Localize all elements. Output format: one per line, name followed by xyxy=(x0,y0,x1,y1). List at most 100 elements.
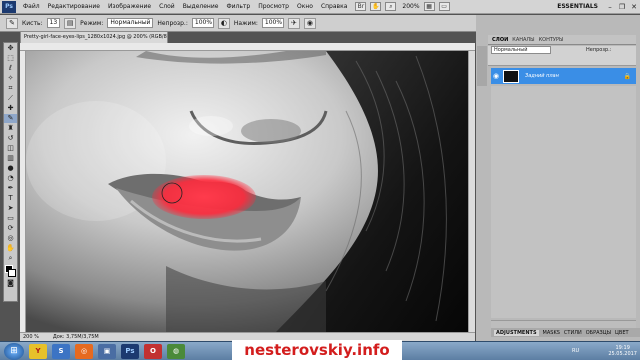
system-tray: RU 19:19 25.05.2017 xyxy=(568,341,640,360)
airbrush-icon[interactable]: ✈ xyxy=(287,17,300,29)
bridge-icon[interactable]: Br xyxy=(355,2,367,11)
tab-swatches[interactable]: ОБРАЗЦЫ xyxy=(586,330,611,336)
eraser-tool-icon[interactable]: ◫ xyxy=(4,144,17,153)
language-indicator[interactable]: RU xyxy=(572,348,579,354)
path-select-icon[interactable]: ➤ xyxy=(4,204,17,213)
workspace-switcher[interactable]: ESSENTIALS xyxy=(557,3,604,10)
skype-icon[interactable]: S xyxy=(52,343,70,359)
tab-channels[interactable]: КАНАЛЫ xyxy=(512,37,534,43)
pressure-label: Нажим: xyxy=(233,19,258,27)
hand-icon[interactable]: ✋ xyxy=(370,2,382,11)
eye-icon[interactable]: ◉ xyxy=(491,72,501,80)
mode-select[interactable]: Нормальный xyxy=(107,18,154,28)
collapsed-panel-icons[interactable] xyxy=(477,46,487,86)
start-icon[interactable]: ⊞ xyxy=(4,342,24,360)
hand-tool-icon[interactable]: ✋ xyxy=(4,244,17,253)
firefox-icon[interactable]: ◎ xyxy=(75,343,93,359)
mode-label: Режим: xyxy=(80,19,104,27)
menu-select[interactable]: Выделение xyxy=(179,3,223,10)
menu-help[interactable]: Справка xyxy=(317,3,351,10)
zoom-level-select[interactable]: 200% xyxy=(402,3,419,10)
menu-layer[interactable]: Слой xyxy=(155,3,179,10)
layer-thumbnail xyxy=(503,69,519,83)
zoom-tool-icon[interactable]: ⌕ xyxy=(385,2,397,11)
brush-label: Кисть: xyxy=(22,19,43,27)
menu-filter[interactable]: Фильтр xyxy=(222,3,254,10)
photoshop-logo: Ps xyxy=(2,0,16,13)
quick-mask-icon[interactable]: ◙ xyxy=(4,279,17,288)
stamp-tool-icon[interactable]: ♜ xyxy=(4,124,17,133)
marquee-tool-icon[interactable]: ⬚ xyxy=(4,54,17,63)
screen-mode-icon[interactable]: ▭ xyxy=(438,2,450,11)
blend-mode-select[interactable]: Нормальный xyxy=(491,46,551,54)
healing-tool-icon[interactable]: ✚ xyxy=(4,104,17,113)
pen-tool-icon[interactable]: ✒ xyxy=(4,184,17,193)
brush-tool-icon[interactable]: ✎ xyxy=(4,114,17,123)
layers-panel-footer xyxy=(491,320,636,328)
minimize-icon[interactable]: – xyxy=(604,2,616,12)
clock-date: 25.05.2017 xyxy=(608,350,637,357)
brush-size-picker[interactable]: 13 xyxy=(46,18,61,28)
status-zoom[interactable]: 200 % xyxy=(23,334,39,340)
menu-bar: Ps Файл Редактирование Изображение Слой … xyxy=(0,0,640,14)
3d-orbit-icon[interactable]: ◎ xyxy=(4,234,17,243)
shape-tool-icon[interactable]: ▭ xyxy=(4,214,17,223)
app-icon[interactable]: ▣ xyxy=(98,343,116,359)
layer-name[interactable]: Задний план xyxy=(525,73,559,79)
arrange-icon[interactable]: ▦ xyxy=(423,2,435,11)
vertical-scrollbar[interactable] xyxy=(468,51,475,332)
photoshop-taskbar-icon[interactable]: Ps xyxy=(121,343,139,359)
pressure-field[interactable]: 100% xyxy=(261,18,284,28)
app2-icon[interactable]: ◍ xyxy=(167,343,185,359)
brush-panel-icon[interactable]: ▤ xyxy=(64,17,77,29)
opacity-field[interactable]: 100% xyxy=(191,18,214,28)
opera-icon[interactable]: O xyxy=(144,343,162,359)
document-canvas[interactable] xyxy=(26,51,468,332)
layer-opacity-label: Непрозр.: xyxy=(586,47,612,53)
ruler-top xyxy=(20,43,475,51)
crop-tool-icon[interactable]: ⌗ xyxy=(4,84,17,93)
tablet-pressure-icon[interactable]: ◉ xyxy=(303,17,316,29)
layers-panel-tabs: СЛОИ КАНАЛЫ КОНТУРЫ xyxy=(488,35,636,45)
layers-list-area xyxy=(491,86,636,318)
quick-select-tool-icon[interactable]: ✧ xyxy=(4,74,17,83)
close-icon[interactable]: ✕ xyxy=(628,2,640,12)
lock-icon: 🔒 xyxy=(623,72,631,80)
toolbox: ✥ ⬚ ℓ ✧ ⌗ ⟋ ✚ ✎ ♜ ↺ ◫ ▥ ● ◔ ✒ T ➤ ▭ ⟳ ◎ … xyxy=(3,42,18,302)
menu-image[interactable]: Изображение xyxy=(104,3,155,10)
layer-row[interactable]: ◉ Задний план 🔒 xyxy=(491,68,636,84)
blur-tool-icon[interactable]: ● xyxy=(4,164,17,173)
type-tool-icon[interactable]: T xyxy=(4,194,17,203)
menu-edit[interactable]: Редактирование xyxy=(44,3,104,10)
zoom-tool-icon[interactable]: ⌕ xyxy=(4,254,17,263)
brush-icon[interactable]: ✎ xyxy=(6,17,18,29)
menu-window[interactable]: Окно xyxy=(293,3,317,10)
yandex-icon[interactable]: Y xyxy=(29,343,47,359)
lasso-tool-icon[interactable]: ℓ xyxy=(4,64,17,73)
opacity-pressure-icon[interactable]: ◐ xyxy=(217,17,230,29)
tab-paths[interactable]: КОНТУРЫ xyxy=(539,37,564,43)
status-doc-size: Док: 3,75М/3,75М xyxy=(52,334,99,340)
adjustments-panel-tabs: ADJUSTMENTS MASKS СТИЛИ ОБРАЗЦЫ ЦВЕТ xyxy=(491,328,640,337)
menu-view[interactable]: Просмотр xyxy=(254,3,293,10)
face-photo xyxy=(26,51,468,332)
menu-file[interactable]: Файл xyxy=(19,3,44,10)
3d-rotate-icon[interactable]: ⟳ xyxy=(4,224,17,233)
tab-color[interactable]: ЦВЕТ xyxy=(615,330,629,336)
watermark: nesterovskiy.info xyxy=(232,340,402,360)
tab-adjustments[interactable]: ADJUSTMENTS xyxy=(494,329,539,336)
tab-styles[interactable]: СТИЛИ xyxy=(564,330,582,336)
history-brush-icon[interactable]: ↺ xyxy=(4,134,17,143)
tab-layers[interactable]: СЛОИ xyxy=(492,37,508,43)
tab-masks[interactable]: MASKS xyxy=(543,330,560,336)
gradient-tool-icon[interactable]: ▥ xyxy=(4,154,17,163)
dodge-tool-icon[interactable]: ◔ xyxy=(4,174,17,183)
color-swatches[interactable] xyxy=(4,264,17,278)
document-tab[interactable]: Pretty-girl-face-eyes-lips_1280x1024.jpg… xyxy=(20,31,168,43)
opacity-label: Непрозр.: xyxy=(157,19,188,27)
restore-icon[interactable]: ❐ xyxy=(616,2,628,12)
background-color[interactable] xyxy=(8,269,16,277)
move-tool-icon[interactable]: ✥ xyxy=(4,44,17,53)
eyedropper-tool-icon[interactable]: ⟋ xyxy=(4,94,17,103)
clock[interactable]: 19:19 25.05.2017 xyxy=(608,345,637,357)
